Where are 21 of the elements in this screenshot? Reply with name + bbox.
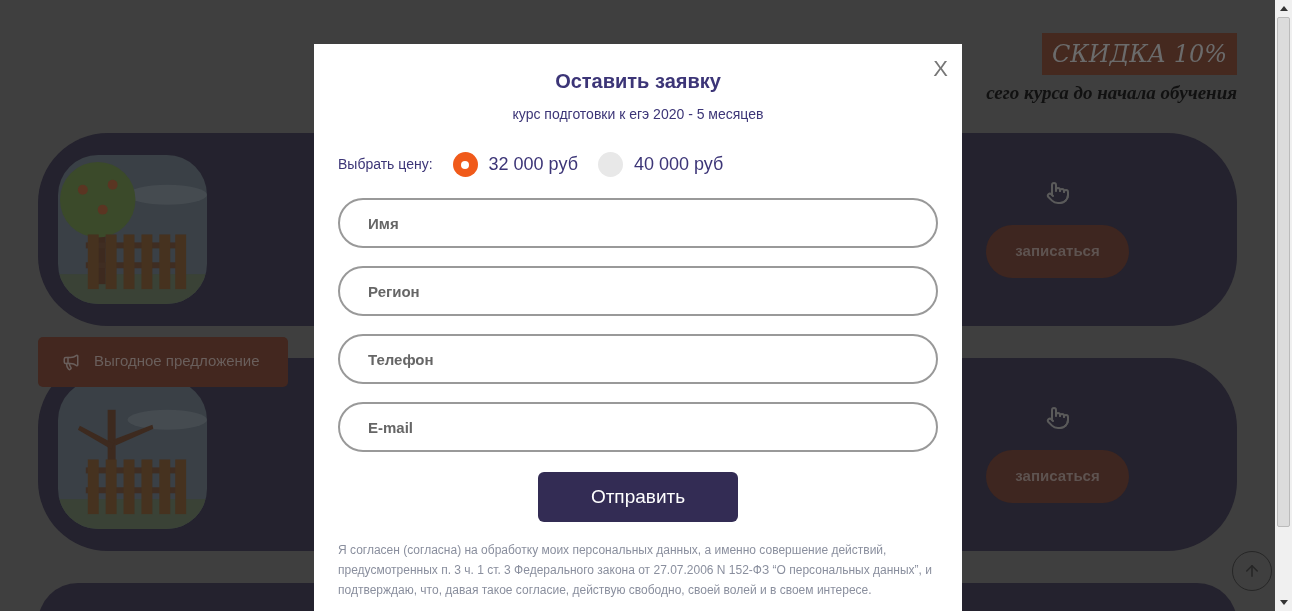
radio-button[interactable] bbox=[452, 152, 478, 177]
pointing-hand-icon bbox=[1045, 405, 1070, 430]
input-field[interactable]: Телефон bbox=[338, 334, 938, 384]
offer-tag-text: Выгодное предложение bbox=[94, 351, 260, 372]
discount-badge: СКИДКА 10% bbox=[1041, 33, 1237, 75]
input-field[interactable]: E-mail bbox=[338, 402, 938, 452]
price-option[interactable]: 40 000 руб bbox=[597, 151, 724, 178]
close-button[interactable]: X bbox=[933, 52, 948, 85]
scroll-up-icon[interactable] bbox=[1279, 6, 1288, 11]
modal-title: Оставить заявку bbox=[555, 69, 721, 94]
input-field[interactable]: Регион bbox=[338, 266, 938, 316]
scrollbar[interactable] bbox=[1275, 0, 1292, 611]
consent-text: Я согласен (согласна) на обработку моих персональных данных, а именно совершение действий, предусмотренных п. 3 ч. 1 ст. 3 Федерального закона от 27.07.2006 N 152-ФЗ “О персональных данных”, и подтверждаю, что, давая такое согласие, действую свободно, своей волей и в своем интересе. bbox=[338, 542, 933, 599]
submit-button[interactable]: Отправить bbox=[538, 472, 738, 522]
scroll-down-icon[interactable] bbox=[1279, 600, 1288, 605]
pointing-hand-icon bbox=[1045, 180, 1070, 205]
megaphone-icon bbox=[62, 352, 80, 371]
input-field[interactable]: Имя bbox=[338, 198, 938, 248]
price-option[interactable]: 32 000 руб bbox=[452, 151, 578, 178]
price-label: Выбрать цену: bbox=[338, 155, 433, 174]
modal-subtitle: курс подготовки к егэ 2020 - 5 месяцев bbox=[512, 105, 764, 124]
